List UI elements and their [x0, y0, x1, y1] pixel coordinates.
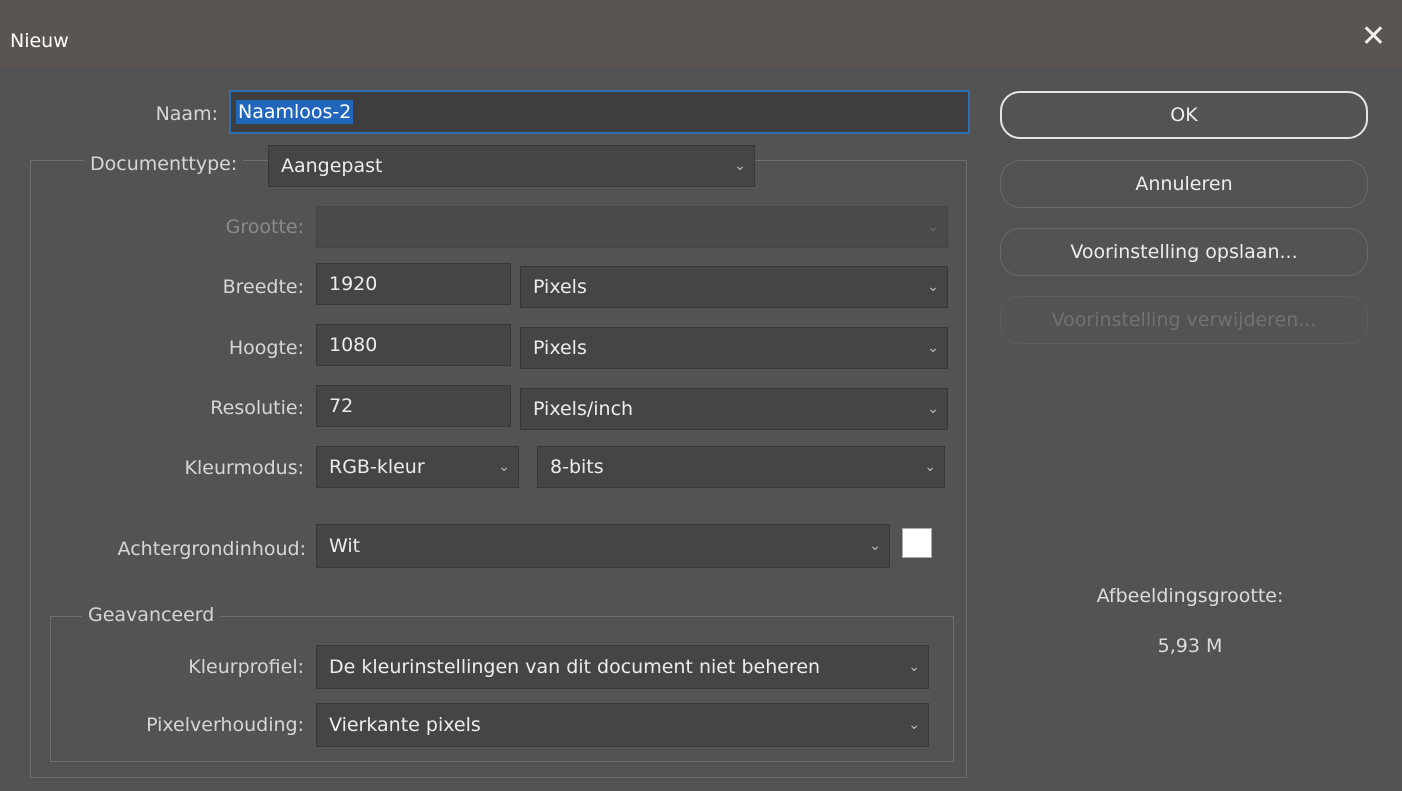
height-value: 1080: [329, 334, 378, 356]
color-mode-select[interactable]: RGB-kleur ⌄: [316, 446, 519, 488]
save-preset-button[interactable]: Voorinstelling opslaan...: [1000, 228, 1368, 276]
chevron-down-icon: ⌄: [927, 340, 939, 356]
chevron-down-icon: ⌄: [927, 401, 939, 417]
resolution-value: 72: [329, 395, 354, 417]
bit-depth-value: 8-bits: [550, 456, 604, 478]
close-icon[interactable]: ✕: [1361, 22, 1386, 52]
pixel-aspect-select[interactable]: Vierkante pixels ⌄: [316, 703, 929, 747]
document-type-select[interactable]: Aangepast ⌄: [268, 145, 755, 187]
name-input-value: Naamloos-2: [236, 100, 354, 124]
height-unit-value: Pixels: [533, 337, 587, 359]
name-label: Naam:: [155, 103, 218, 125]
color-profile-label: Kleurprofiel:: [188, 656, 304, 678]
chevron-down-icon: ⌄: [498, 459, 510, 475]
chevron-down-icon: ⌄: [734, 158, 746, 174]
dialog-title: Nieuw: [10, 30, 69, 52]
resolution-input[interactable]: 72: [316, 385, 511, 427]
width-unit-value: Pixels: [533, 276, 587, 298]
height-label: Hoogte:: [228, 337, 304, 359]
chevron-down-icon: ⌄: [927, 219, 939, 235]
document-type-label: Documenttype:: [84, 153, 244, 175]
color-profile-value: De kleurinstellingen van dit document ni…: [329, 656, 821, 678]
background-color-swatch[interactable]: [902, 528, 932, 558]
ok-button[interactable]: OK: [1000, 91, 1368, 139]
delete-preset-button: Voorinstelling verwijderen...: [1000, 296, 1368, 344]
resolution-unit-select[interactable]: Pixels/inch ⌄: [520, 388, 948, 430]
cancel-button[interactable]: Annuleren: [1000, 160, 1368, 208]
pixel-aspect-label: Pixelverhouding:: [146, 714, 304, 736]
size-label: Grootte:: [225, 216, 304, 238]
color-mode-label: Kleurmodus:: [184, 457, 304, 479]
width-unit-select[interactable]: Pixels ⌄: [520, 266, 948, 308]
title-bar: Nieuw ✕: [0, 0, 1402, 68]
color-profile-select[interactable]: De kleurinstellingen van dit document ni…: [316, 645, 929, 689]
size-select: ⌄: [316, 206, 948, 248]
width-input[interactable]: 1920: [316, 263, 511, 305]
resolution-label: Resolutie:: [210, 397, 304, 419]
chevron-down-icon: ⌄: [908, 717, 920, 733]
height-input[interactable]: 1080: [316, 324, 511, 366]
resolution-unit-value: Pixels/inch: [533, 398, 634, 420]
image-size-value: 5,93 M: [1157, 635, 1223, 657]
pixel-aspect-value: Vierkante pixels: [329, 714, 481, 736]
width-label: Breedte:: [222, 276, 304, 298]
image-size-label: Afbeeldingsgrootte:: [1096, 585, 1284, 607]
height-unit-select[interactable]: Pixels ⌄: [520, 327, 948, 369]
background-value: Wit: [329, 535, 361, 557]
width-value: 1920: [329, 273, 378, 295]
chevron-down-icon: ⌄: [924, 459, 936, 475]
chevron-down-icon: ⌄: [927, 279, 939, 295]
chevron-down-icon: ⌄: [908, 659, 920, 675]
advanced-legend: Geavanceerd: [82, 604, 221, 626]
bit-depth-select[interactable]: 8-bits ⌄: [537, 446, 945, 488]
background-select[interactable]: Wit ⌄: [316, 524, 890, 568]
document-type-value: Aangepast: [281, 155, 383, 177]
color-mode-value: RGB-kleur: [329, 456, 425, 478]
name-input[interactable]: Naamloos-2: [229, 90, 970, 134]
chevron-down-icon: ⌄: [869, 538, 881, 554]
background-label: Achtergrondinhoud:: [117, 538, 306, 560]
